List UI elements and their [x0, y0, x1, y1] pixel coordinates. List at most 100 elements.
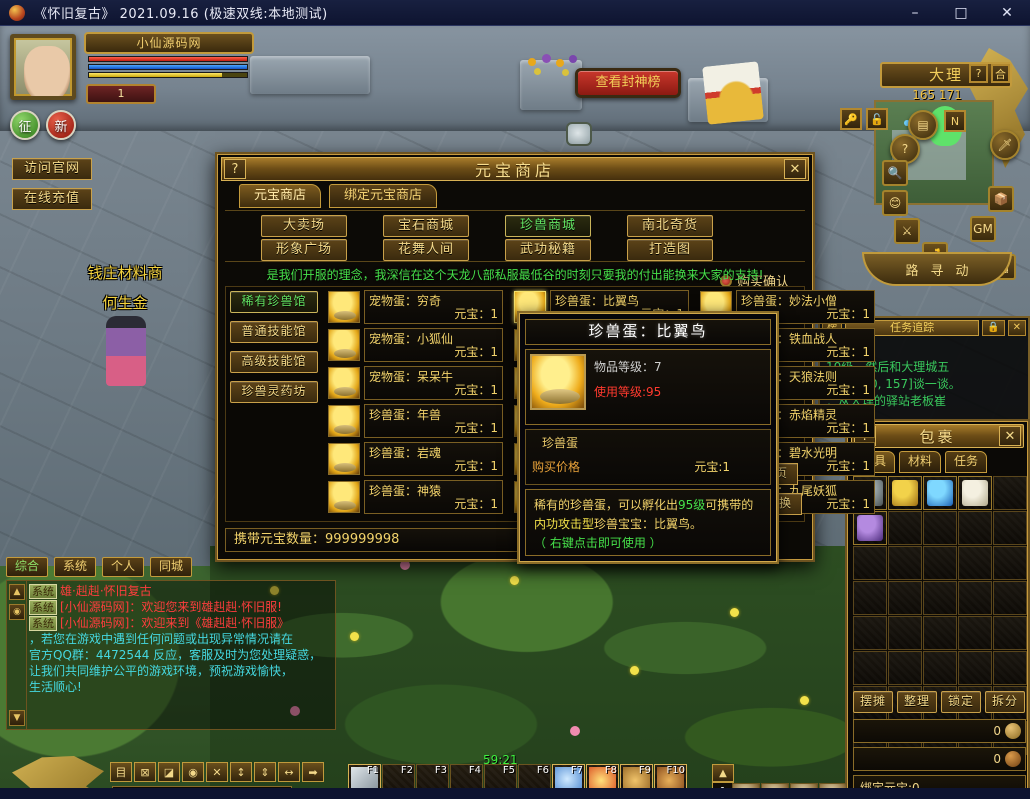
shop-item-box[interactable]: 宠物蛋：小狐仙 元宝：1: [364, 328, 503, 362]
pet-egg-icon[interactable]: [328, 443, 360, 475]
bag-slot-empty[interactable]: [993, 476, 1027, 510]
maximize-button[interactable]: □: [938, 0, 984, 26]
close-icon[interactable]: ✕: [1007, 320, 1026, 336]
npc-name[interactable]: 何生金: [45, 292, 205, 313]
category-blueprint[interactable]: 打造图: [627, 239, 713, 261]
online-recharge-button[interactable]: 在线充值: [12, 188, 92, 210]
bag-item-chest[interactable]: [892, 480, 918, 506]
misc-icon-7[interactable]: ⇕: [254, 762, 276, 782]
misc-icon-4[interactable]: ◉: [182, 762, 204, 782]
bag-slot-empty[interactable]: [923, 616, 957, 650]
visit-website-button[interactable]: 访问官网: [12, 158, 92, 180]
shop-item-row[interactable]: 珍兽蛋：神猿 元宝：1: [328, 479, 503, 515]
north-icon[interactable]: N: [944, 110, 966, 132]
bag-slot-empty[interactable]: [923, 546, 957, 580]
bag-slot-empty[interactable]: [853, 616, 887, 650]
shop-item-row[interactable]: 珍兽蛋：年兽 元宝：1: [328, 403, 503, 439]
shop-item-row[interactable]: 珍兽蛋：岩魂 元宝：1: [328, 441, 503, 477]
bag-action-stall[interactable]: 摆摊: [853, 691, 893, 713]
bag-slot-empty[interactable]: [888, 546, 922, 580]
bag-slot-empty[interactable]: [888, 651, 922, 685]
xin-button[interactable]: 新: [46, 110, 76, 140]
battle-icon[interactable]: ⚔: [894, 218, 920, 244]
misc-icon-6[interactable]: ↕: [230, 762, 252, 782]
key-icon[interactable]: 🔑: [840, 108, 862, 130]
bag-slot-empty[interactable]: [853, 581, 887, 615]
left-cat-pet-pharmacy[interactable]: 珍兽灵药坊: [230, 381, 318, 403]
chat-scrollbar[interactable]: ▲ ◉ ▼: [7, 581, 27, 729]
category-appearance[interactable]: 形象广场: [261, 239, 347, 261]
nav-move[interactable]: 动: [956, 260, 969, 279]
pet-egg-icon[interactable]: [328, 329, 360, 361]
shop-item-box[interactable]: 珍兽蛋：年兽 元宝：1: [364, 404, 503, 438]
category-flower-dance[interactable]: 花舞人间: [383, 239, 469, 261]
bag-slot-filled[interactable]: [923, 476, 957, 510]
chat-scroll-down[interactable]: ▼: [9, 710, 25, 726]
left-cat-normal-skills[interactable]: 普通技能馆: [230, 321, 318, 343]
misc-icon-5[interactable]: ✕: [206, 762, 228, 782]
shop-item-box[interactable]: 宠物蛋：呆呆牛 元宝：1: [364, 366, 503, 400]
chat-scroll-thumb[interactable]: ◉: [9, 604, 25, 620]
bag-item-orb[interactable]: [927, 480, 953, 506]
zheng-button[interactable]: 征: [10, 110, 40, 140]
view-ranking-sign[interactable]: 查看封神榜: [575, 68, 681, 98]
shop-item-box[interactable]: 宠物蛋：穷奇 元宝：1: [364, 290, 503, 324]
search-icon[interactable]: 🔍: [882, 160, 908, 186]
misc-icon-8[interactable]: ↔: [278, 762, 300, 782]
bag-slot-empty[interactable]: [993, 581, 1027, 615]
bag-slot-empty[interactable]: [958, 546, 992, 580]
nav-road[interactable]: 路: [905, 260, 918, 279]
emote-icon[interactable]: 😊: [882, 190, 908, 216]
avatar[interactable]: [10, 34, 76, 100]
hotbar-page-up[interactable]: ▲: [712, 764, 734, 782]
chest-icon[interactable]: 📦: [988, 186, 1014, 212]
category-martial-manual[interactable]: 武功秘籍: [505, 239, 591, 261]
help-icon[interactable]: ?: [969, 64, 988, 83]
misc-icon-9[interactable]: ➡: [302, 762, 324, 782]
misc-icon-1[interactable]: 目: [110, 762, 132, 782]
nav-find[interactable]: 寻: [930, 260, 943, 279]
bag-slot-empty[interactable]: [888, 511, 922, 545]
bag-slot-empty[interactable]: [888, 616, 922, 650]
chat-scroll-up[interactable]: ▲: [9, 584, 25, 600]
bag-slot-empty[interactable]: [888, 581, 922, 615]
tab-bound-yuanbao-shop[interactable]: 绑定元宝商店: [329, 184, 438, 208]
bag-slot-empty[interactable]: [993, 651, 1027, 685]
bag-slot-empty[interactable]: [993, 511, 1027, 545]
bag-slot-filled[interactable]: [958, 476, 992, 510]
lock-icon[interactable]: 🔒: [982, 320, 1005, 336]
category-market[interactable]: 大卖场: [261, 215, 347, 237]
category-rare-goods[interactable]: 南北奇货: [627, 215, 713, 237]
chat-tab-personal[interactable]: 个人: [102, 557, 144, 577]
unlock-icon[interactable]: 🔓: [866, 108, 888, 130]
category-pet-mall[interactable]: 珍兽商城: [505, 215, 591, 237]
misc-icon-3[interactable]: ◪: [158, 762, 180, 782]
chat-tab-all[interactable]: 综合: [6, 557, 48, 577]
bag-close-icon[interactable]: ✕: [999, 426, 1021, 446]
pet-egg-icon[interactable]: [328, 481, 360, 513]
bag-slot-empty[interactable]: [958, 511, 992, 545]
chat-tab-system[interactable]: 系统: [54, 557, 96, 577]
minimize-button[interactable]: –: [892, 0, 938, 26]
shop-close-icon[interactable]: ✕: [784, 159, 806, 179]
category-gem-mall[interactable]: 宝石商城: [383, 215, 469, 237]
bag-tab-quest[interactable]: 任务: [945, 451, 987, 473]
bag-item-wing[interactable]: [857, 515, 883, 541]
misc-icon-2[interactable]: ⊠: [134, 762, 156, 782]
npc-sprite[interactable]: [106, 316, 146, 386]
pet-egg-icon[interactable]: [328, 367, 360, 399]
close-button[interactable]: ✕: [984, 0, 1030, 26]
pet-egg-icon[interactable]: [328, 291, 360, 323]
bag-slot-empty[interactable]: [853, 651, 887, 685]
shop-item-row[interactable]: 宠物蛋：呆呆牛 元宝：1: [328, 365, 503, 401]
shop-item-row[interactable]: 宠物蛋：穷奇 元宝：1: [328, 289, 503, 325]
bag-item-book[interactable]: [962, 480, 988, 506]
shop-item-box[interactable]: 珍兽蛋：岩魂 元宝：1: [364, 442, 503, 476]
bag-slot-empty[interactable]: [958, 581, 992, 615]
chat-tab-city[interactable]: 同城: [150, 557, 192, 577]
pet-egg-icon[interactable]: [328, 405, 360, 437]
shop-help-icon[interactable]: ?: [224, 159, 246, 179]
bag-action-lock[interactable]: 锁定: [941, 691, 981, 713]
bag-slot-empty[interactable]: [923, 511, 957, 545]
left-cat-rare-pets[interactable]: 稀有珍兽馆: [230, 291, 318, 313]
